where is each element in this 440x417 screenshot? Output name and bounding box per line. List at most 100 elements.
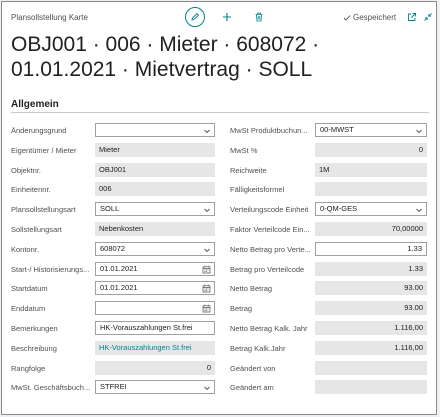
field-label: MwSt Produktbuchun... [230,126,308,135]
field-label: Enddatum [11,304,46,314]
field-label: Betrag Kalk.Jahr [230,343,286,353]
verteilungscode-einheit-dropdown[interactable]: 0-QM-GES [315,202,427,217]
geaendert-von-value [315,360,427,375]
field-row-sollstellungsart: Sollstellungsart Nebenkosten [11,222,215,236]
field-value: SOLL [100,204,120,214]
plansollstellungsart-dropdown[interactable]: SOLL [95,202,215,217]
field-value: 93.00 [404,303,423,313]
field-value: Nebenkosten [99,224,144,233]
field-value: 0 [206,362,211,372]
field-row-kontonr: Kontonr. 608072 [11,241,215,256]
faelligkeitsformel-value [315,182,427,197]
field-label: Fälligkeitsformel [230,185,285,195]
field-label: Betrag [230,304,253,314]
field-value: STFREI [100,382,127,392]
field-value: 1.33 [407,243,422,253]
field-label: Netto Betrag Kalk. Jahr [230,324,308,333]
mwst-produktbuchun-dropdown[interactable]: 00-MWST [315,123,427,137]
plus-icon [223,13,231,21]
netto-betrag-kalk-jahr-value: 1.116,00 [315,321,427,335]
chevron-down-icon [204,387,210,391]
faktor-verteilcode-ein-value: 70,00000 [315,222,427,236]
open-new-window-button[interactable] [405,10,419,24]
enddatum-date-field[interactable] [95,301,215,316]
field-row-mwst-produktbuchun: MwSt Produktbuchun... 00-MWST [230,123,427,137]
field-row-reichweite: Reichweite 1M [230,162,427,177]
field-value: 006 [99,184,112,194]
field-label: Geändert am [230,383,274,393]
field-label: Kontonr. [11,244,39,254]
field-row-geaendert-am: Geändert am [230,380,427,395]
field-row-mwst: MwSt % 0 [230,142,427,157]
action-bar: Plansollstellung Karte Gespeichert [2,2,436,32]
field-row-rangfolge: Rangfolge 0 [11,360,215,375]
chevron-down-icon [204,248,210,252]
field-row-objektnr: Objektnr. OBJ001 [11,162,215,177]
add-button[interactable] [220,10,234,24]
chevron-down-icon [416,208,422,213]
field-value: 0 [418,144,423,154]
objektnr-value: OBJ001 [95,162,215,177]
startdatum-date-field[interactable]: 01.01.2021 [95,281,215,296]
field-label: Änderungsgrund [11,126,67,135]
field-label: Geändert von [230,363,276,373]
field-value: 1.33 [408,263,423,273]
field-label: Eigentümer / Mieter [11,145,77,155]
aenderungsgrund-dropdown[interactable] [95,123,215,137]
beschreibung-value: HK-Vorauszahlungen St.frei [95,340,215,355]
kontonr-dropdown[interactable]: 608072 [95,241,215,256]
start-historisierungs-date-field[interactable]: 01.01.2021 [95,261,215,276]
field-value: OBJ001 [99,164,127,174]
chevron-down-icon [204,208,210,213]
netto-betrag-value: 93.00 [315,281,427,296]
netto-betrag-pro-verte-input[interactable]: 1.33 [315,241,427,256]
field-value: 0-QM-GES [320,204,358,214]
field-value: HK-Vorauszahlungen St.frei [100,323,193,332]
sollstellungsart-value: Nebenkosten [95,222,215,236]
field-value: 70,00000 [391,224,423,233]
field-row-einheitennr: Einheitennr. 006 [11,182,215,197]
field-row-betrag-pro-verteilcode: Betrag pro Verteilcode 1.33 [230,261,427,276]
field-value: HK-Vorauszahlungen St.frei [99,342,192,352]
field-label: Bemerkungen [11,324,58,333]
field-row-faktor-verteilcode-ein: Faktor Verteilcode Ein... 70,00000 [230,222,427,236]
field-row-plansollstellungsart: Plansollstellungsart SOLL [11,202,215,217]
field-value: 93.00 [404,283,423,293]
collapse-button[interactable] [421,10,435,24]
field-label: MwSt % [230,145,258,155]
field-row-eigentuemer-mieter: Eigentümer / Mieter Mieter [11,142,215,157]
field-label: Startdatum [11,284,48,294]
betrag-pro-verteilcode-value: 1.33 [315,261,427,276]
field-label: Beschreibung [11,343,57,353]
open-new-window-icon [408,13,416,21]
field-row-start-historisierungs: Start-/ Historisierungs... 01.01.2021 [11,261,215,276]
edit-button[interactable] [185,7,205,27]
field-value: 1M [319,164,330,174]
calendar-icon[interactable] [202,265,211,274]
field-row-bemerkungen: Bemerkungen HK-Vorauszahlungen St.frei [11,321,215,335]
field-row-betrag-kalk-jahr: Betrag Kalk.Jahr 1.116,00 [230,340,427,355]
delete-button[interactable] [252,10,266,24]
field-value: 00-MWST [320,125,354,134]
reichweite-value: 1M [315,162,427,177]
mwst-geschaeftsbuch-dropdown[interactable]: STFREI [95,380,215,395]
page-title: OBJ001 · 006 · Mieter · 608072 · 01.01.2… [11,33,320,81]
bemerkungen-input[interactable]: HK-Vorauszahlungen St.frei [95,321,215,335]
field-label: Objektnr. [11,165,42,175]
collapse-icon [424,13,432,21]
chevron-down-icon [204,129,210,134]
field-label: Rangfolge [11,363,46,373]
field-label: Sollstellungsart [11,225,62,234]
field-row-startdatum: Startdatum 01.01.2021 [11,281,215,296]
calendar-icon[interactable] [202,304,211,313]
trash-icon [255,12,263,22]
section-divider [11,112,429,113]
geaendert-am-value [315,380,427,395]
field-row-netto-betrag-pro-verte: Netto Betrag pro Verte... 1.33 [230,241,427,256]
field-label: Start-/ Historisierungs... [11,264,90,274]
pencil-icon [191,12,200,21]
calendar-icon[interactable] [202,284,211,293]
field-row-faelligkeitsformel: Fälligkeitsformel [230,182,427,197]
field-value: 1.116,00 [394,323,423,332]
section-title: Allgemein [11,99,59,110]
